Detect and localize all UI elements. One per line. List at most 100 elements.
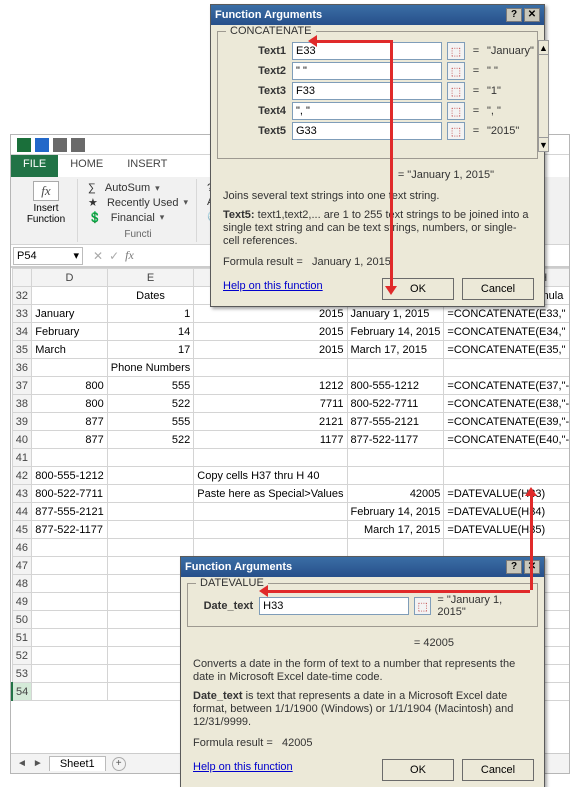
- cell[interactable]: 2121: [194, 413, 347, 431]
- row-header[interactable]: 34: [12, 323, 32, 341]
- undo-icon[interactable]: [53, 138, 67, 152]
- row-header[interactable]: 36: [12, 359, 32, 377]
- cell[interactable]: 800: [32, 395, 108, 413]
- cell[interactable]: February 14, 2015: [347, 503, 444, 521]
- cell[interactable]: =CONCATENATE(E39,"-",F39,"-",G39): [444, 413, 569, 431]
- cell[interactable]: 522: [107, 395, 194, 413]
- cell[interactable]: [32, 539, 108, 557]
- cell[interactable]: 17: [107, 341, 194, 359]
- cell[interactable]: [194, 503, 347, 521]
- cancel-button[interactable]: Cancel: [462, 759, 534, 781]
- sheet-nav-prev-icon[interactable]: ◄: [17, 758, 27, 769]
- collapse-dialog-icon[interactable]: ⬚: [447, 62, 465, 80]
- row-header[interactable]: 49: [12, 593, 32, 611]
- row-header[interactable]: 48: [12, 575, 32, 593]
- row-header[interactable]: 42: [12, 467, 32, 485]
- fx-icon-inline[interactable]: fx: [125, 248, 134, 263]
- collapse-dialog-icon[interactable]: ⬚: [447, 82, 465, 100]
- cell[interactable]: =DATEVALUE(H35): [444, 521, 569, 539]
- arg-input[interactable]: ", ": [292, 102, 442, 120]
- row-header[interactable]: 33: [12, 305, 32, 323]
- row-header[interactable]: 47: [12, 557, 32, 575]
- cell[interactable]: March 17, 2015: [347, 521, 444, 539]
- cell[interactable]: =CONCATENATE(E37,"-",F37,"-",G37): [444, 377, 569, 395]
- row-header[interactable]: 45: [12, 521, 32, 539]
- cell[interactable]: 1212: [194, 377, 347, 395]
- scroll-down-icon[interactable]: ▼: [539, 137, 548, 151]
- close-icon[interactable]: ✕: [524, 560, 540, 574]
- cell[interactable]: 1: [107, 305, 194, 323]
- cell[interactable]: 555: [107, 413, 194, 431]
- help-link[interactable]: Help on this function: [211, 278, 335, 300]
- args-scrollbar[interactable]: ▲ ▼: [538, 40, 549, 152]
- cell[interactable]: [107, 449, 194, 467]
- cell[interactable]: 877-522-1177: [32, 521, 108, 539]
- column-header[interactable]: D: [32, 269, 108, 287]
- row-header[interactable]: 53: [12, 665, 32, 683]
- financial-button[interactable]: 💲 Financial: [86, 210, 190, 225]
- cell[interactable]: [32, 359, 108, 377]
- cell[interactable]: =CONCATENATE(E38,"-",F38,"-",G38): [444, 395, 569, 413]
- cell[interactable]: 800: [32, 377, 108, 395]
- row-header[interactable]: 39: [12, 413, 32, 431]
- cell[interactable]: [32, 665, 108, 683]
- cell[interactable]: 877-555-2121: [347, 413, 444, 431]
- cancel-button[interactable]: Cancel: [462, 278, 534, 300]
- cell[interactable]: Copy cells H37 thru H 40: [194, 467, 347, 485]
- insert-function-button[interactable]: fx InsertFunction: [21, 181, 71, 225]
- cell[interactable]: [444, 467, 569, 485]
- sheet-nav-next-icon[interactable]: ►: [33, 758, 43, 769]
- cell[interactable]: [32, 287, 108, 305]
- cell[interactable]: 14: [107, 323, 194, 341]
- help-icon[interactable]: ?: [506, 8, 522, 22]
- cell[interactable]: [194, 359, 347, 377]
- collapse-dialog-icon[interactable]: ⬚: [447, 102, 465, 120]
- row-header[interactable]: 44: [12, 503, 32, 521]
- cell[interactable]: 800-522-7711: [347, 395, 444, 413]
- cell[interactable]: [444, 539, 569, 557]
- arg-input[interactable]: G33: [292, 122, 442, 140]
- arg-input[interactable]: F33: [292, 82, 442, 100]
- row-header[interactable]: 46: [12, 539, 32, 557]
- arg-input-date-text[interactable]: H33: [259, 597, 409, 615]
- cell[interactable]: 800-555-1212: [347, 377, 444, 395]
- dialog-titlebar[interactable]: Function Arguments ? ✕: [181, 557, 544, 577]
- scroll-up-icon[interactable]: ▲: [539, 41, 548, 55]
- autosum-button[interactable]: ∑ AutoSum: [86, 181, 190, 195]
- cancel-icon[interactable]: ✕: [93, 249, 103, 263]
- cell[interactable]: [444, 359, 569, 377]
- cell[interactable]: 877: [32, 431, 108, 449]
- row-header[interactable]: 51: [12, 629, 32, 647]
- help-icon[interactable]: ?: [506, 560, 522, 574]
- redo-icon[interactable]: [71, 138, 85, 152]
- cell[interactable]: [107, 503, 194, 521]
- cell[interactable]: [347, 539, 444, 557]
- row-header[interactable]: 43: [12, 485, 32, 503]
- cell[interactable]: [32, 449, 108, 467]
- cell[interactable]: =DATEVALUE(H33): [444, 485, 569, 503]
- cell[interactable]: [32, 629, 108, 647]
- cell[interactable]: 42005: [347, 485, 444, 503]
- row-header[interactable]: 38: [12, 395, 32, 413]
- cell[interactable]: 1177: [194, 431, 347, 449]
- cell[interactable]: [107, 467, 194, 485]
- row-header[interactable]: 35: [12, 341, 32, 359]
- cell[interactable]: [347, 467, 444, 485]
- tab-insert[interactable]: INSERT: [115, 155, 179, 177]
- dialog-titlebar[interactable]: Function Arguments ? ✕: [211, 5, 544, 25]
- cell[interactable]: February: [32, 323, 108, 341]
- cell[interactable]: 2015: [194, 305, 347, 323]
- cell[interactable]: [194, 539, 347, 557]
- save-icon[interactable]: [35, 138, 49, 152]
- cell[interactable]: March: [32, 341, 108, 359]
- cell[interactable]: 2015: [194, 341, 347, 359]
- row-header[interactable]: 32: [12, 287, 32, 305]
- cell[interactable]: January 1, 2015: [347, 305, 444, 323]
- cell[interactable]: Phone Numbers: [107, 359, 194, 377]
- recently-used-button[interactable]: ★ Recently Used: [86, 195, 190, 210]
- cell[interactable]: =CONCATENATE(E33," ",F33,", ",G33): [444, 305, 569, 323]
- cell[interactable]: [444, 449, 569, 467]
- select-all-corner[interactable]: [12, 269, 32, 287]
- cell[interactable]: [194, 521, 347, 539]
- column-header[interactable]: E: [107, 269, 194, 287]
